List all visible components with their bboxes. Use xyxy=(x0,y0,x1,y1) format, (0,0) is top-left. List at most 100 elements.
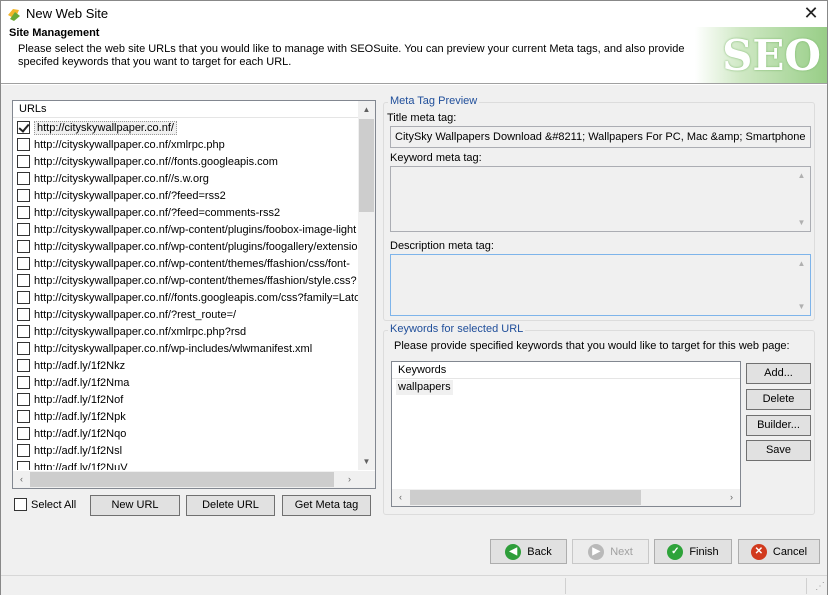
select-all-checkbox[interactable]: Select All xyxy=(14,498,76,511)
scroll-up-arrow-icon[interactable]: ▲ xyxy=(793,171,810,180)
back-button[interactable]: ◀ Back xyxy=(490,539,567,564)
keyword-item[interactable]: wallpapers xyxy=(396,380,453,395)
url-list-item[interactable]: http://cityskywallpaper.co.nf//s.w.org xyxy=(13,170,358,187)
url-checkbox[interactable] xyxy=(17,410,30,423)
window-title: New Web Site xyxy=(26,6,109,21)
url-list-item[interactable]: http://cityskywallpaper.co.nf/?feed=comm… xyxy=(13,204,358,221)
url-checkbox[interactable] xyxy=(17,121,30,134)
url-list-item[interactable]: http://adf.ly/1f2Npk xyxy=(13,408,358,425)
url-checkbox[interactable] xyxy=(17,461,30,470)
add-keyword-button[interactable]: Add... xyxy=(746,363,811,384)
new-url-button[interactable]: New URL xyxy=(90,495,180,516)
url-text: http://adf.ly/1f2NuV xyxy=(34,461,128,471)
keyword-field-scrollbar[interactable]: ▲ ▼ xyxy=(793,167,810,231)
resize-grip-icon[interactable]: ⋰ xyxy=(813,581,825,593)
scroll-left-arrow-icon[interactable]: ‹ xyxy=(392,489,409,506)
url-text: http://adf.ly/1f2Nqo xyxy=(34,427,127,440)
keywords-horizontal-scrollbar[interactable]: ‹ › xyxy=(392,489,740,506)
save-keywords-button[interactable]: Save xyxy=(746,440,811,461)
close-button[interactable]: ✕ xyxy=(801,4,821,24)
url-checkbox[interactable] xyxy=(17,444,30,457)
next-label: Next xyxy=(610,545,633,558)
title-bar: New Web Site ✕ xyxy=(1,1,827,27)
url-checkbox[interactable] xyxy=(17,359,30,372)
url-list-item[interactable]: http://adf.ly/1f2Nqo xyxy=(13,425,358,442)
url-list-item[interactable]: http://cityskywallpaper.co.nf/wp-content… xyxy=(13,255,358,272)
horizontal-scroll-thumb[interactable] xyxy=(30,472,334,487)
scroll-down-arrow-icon[interactable]: ▼ xyxy=(358,453,375,470)
url-checkbox[interactable] xyxy=(17,189,30,202)
url-column-header[interactable]: URLs xyxy=(13,101,358,118)
url-list-item[interactable]: http://adf.ly/1f2Nsl xyxy=(13,442,358,459)
url-list-item[interactable]: http://cityskywallpaper.co.nf/wp-content… xyxy=(13,272,358,289)
url-checkbox[interactable] xyxy=(17,172,30,185)
scroll-down-arrow-icon[interactable]: ▼ xyxy=(793,218,810,227)
x-mark-icon: ✕ xyxy=(750,543,767,560)
get-meta-tag-button[interactable]: Get Meta tag xyxy=(282,495,371,516)
url-checkbox[interactable] xyxy=(17,155,30,168)
url-list-item[interactable]: http://cityskywallpaper.co.nf/xmlrpc.php… xyxy=(13,323,358,340)
url-list-item[interactable]: http://adf.ly/1f2Nkz xyxy=(13,357,358,374)
url-checkbox[interactable] xyxy=(17,325,30,338)
scroll-right-arrow-icon[interactable]: › xyxy=(723,489,740,506)
scroll-up-arrow-icon[interactable]: ▲ xyxy=(793,259,810,268)
keyword-builder-button[interactable]: Builder... xyxy=(746,415,811,436)
url-text: http://cityskywallpaper.co.nf/?rest_rout… xyxy=(34,308,237,321)
url-list-item[interactable]: http://cityskywallpaper.co.nf/wp-content… xyxy=(13,238,358,255)
finish-button[interactable]: ✓ Finish xyxy=(654,539,732,564)
keywords-column-header[interactable]: Keywords xyxy=(392,362,740,379)
url-checkbox[interactable] xyxy=(17,223,30,236)
scroll-down-arrow-icon[interactable]: ▼ xyxy=(793,302,810,311)
url-checkbox[interactable] xyxy=(17,427,30,440)
url-list-item[interactable]: http://adf.ly/1f2Nof xyxy=(13,391,358,408)
delete-keyword-button[interactable]: Delete xyxy=(746,389,811,410)
url-list-vertical-scrollbar[interactable]: ▲ ▼ xyxy=(358,101,375,470)
description-meta-label: Description meta tag: xyxy=(390,240,494,252)
select-all-box[interactable] xyxy=(14,498,27,511)
url-checkbox[interactable] xyxy=(17,308,30,321)
description-meta-field[interactable]: ▲ ▼ xyxy=(390,254,811,316)
url-list-item[interactable]: http://cityskywallpaper.co.nf/?feed=rss2 xyxy=(13,187,358,204)
url-list-item[interactable]: http://cityskywallpaper.co.nf/ xyxy=(13,119,358,136)
url-checkbox[interactable] xyxy=(17,291,30,304)
url-list-item[interactable]: http://cityskywallpaper.co.nf/?rest_rout… xyxy=(13,306,358,323)
url-list-item[interactable]: http://cityskywallpaper.co.nf//fonts.goo… xyxy=(13,289,358,306)
app-logo-icon xyxy=(8,9,20,21)
url-list-horizontal-scrollbar[interactable]: ‹ › xyxy=(13,471,358,488)
url-list-item[interactable]: http://cityskywallpaper.co.nf//fonts.goo… xyxy=(13,153,358,170)
url-checkbox[interactable] xyxy=(17,376,30,389)
arrow-left-icon: ◀ xyxy=(505,543,522,560)
horizontal-scroll-thumb[interactable] xyxy=(410,490,641,505)
vertical-scroll-thumb[interactable] xyxy=(359,119,374,212)
page-title: Site Management xyxy=(9,27,100,39)
url-column-label: URLs xyxy=(19,103,47,115)
url-text: http://adf.ly/1f2Nma xyxy=(34,376,130,389)
scroll-up-arrow-icon[interactable]: ▲ xyxy=(358,101,375,118)
keywords-list[interactable]: Keywords wallpapers ‹ › xyxy=(391,361,741,507)
url-list-item[interactable]: http://adf.ly/1f2Nma xyxy=(13,374,358,391)
url-list-item[interactable]: http://cityskywallpaper.co.nf/wp-content… xyxy=(13,221,358,238)
url-checkbox[interactable] xyxy=(17,206,30,219)
url-text: http://cityskywallpaper.co.nf//fonts.goo… xyxy=(34,291,358,304)
scroll-right-arrow-icon[interactable]: › xyxy=(341,471,358,488)
url-checkbox[interactable] xyxy=(17,342,30,355)
cancel-button[interactable]: ✕ Cancel xyxy=(738,539,820,564)
scroll-left-arrow-icon[interactable]: ‹ xyxy=(13,471,30,488)
next-button[interactable]: ▶ Next xyxy=(572,539,649,564)
url-list-item[interactable]: http://cityskywallpaper.co.nf/wp-include… xyxy=(13,340,358,357)
url-text: http://cityskywallpaper.co.nf/wp-content… xyxy=(34,240,358,253)
url-checkbox[interactable] xyxy=(17,393,30,406)
url-checkbox[interactable] xyxy=(17,274,30,287)
url-list-item[interactable]: http://adf.ly/1f2NuV xyxy=(13,459,358,470)
url-list[interactable]: http://cityskywallpaper.co.nf/http://cit… xyxy=(13,119,358,470)
url-list-item[interactable]: http://cityskywallpaper.co.nf/xmlrpc.php xyxy=(13,136,358,153)
url-checkbox[interactable] xyxy=(17,257,30,270)
url-checkbox[interactable] xyxy=(17,240,30,253)
new-web-site-dialog: New Web Site ✕ Site Management Please se… xyxy=(0,0,828,595)
url-checkbox[interactable] xyxy=(17,138,30,151)
url-list-panel[interactable]: URLs http://cityskywallpaper.co.nf/http:… xyxy=(12,100,376,489)
title-meta-field[interactable]: CitySky Wallpapers Download &#8211; Wall… xyxy=(390,126,811,148)
keyword-meta-field[interactable]: ▲ ▼ xyxy=(390,166,811,232)
delete-url-button[interactable]: Delete URL xyxy=(186,495,275,516)
description-field-scrollbar[interactable]: ▲ ▼ xyxy=(793,255,810,315)
